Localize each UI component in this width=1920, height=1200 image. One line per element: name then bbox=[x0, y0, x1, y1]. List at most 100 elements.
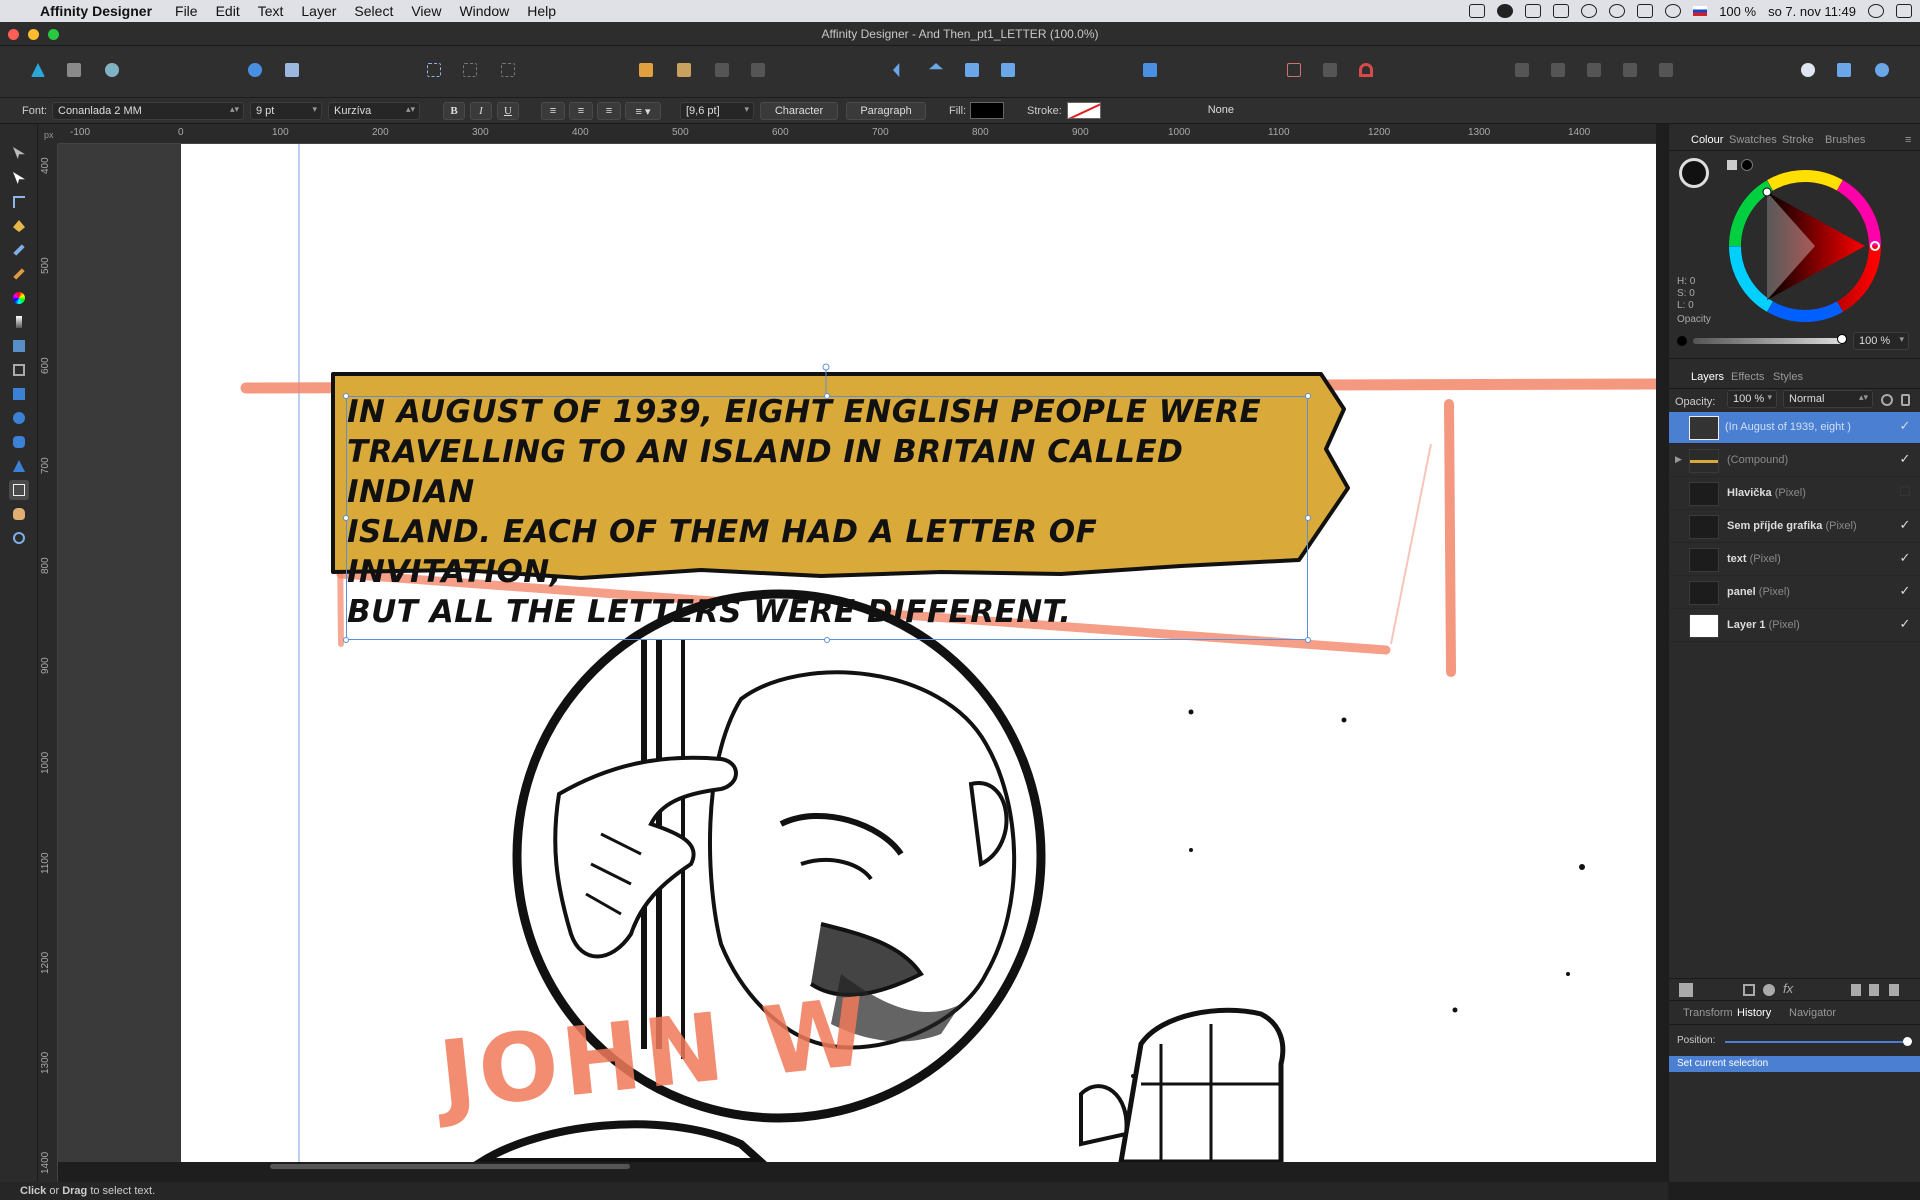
keyboard-layout-flag-icon[interactable] bbox=[1693, 6, 1708, 16]
adjustment-icon[interactable] bbox=[1763, 984, 1775, 996]
menu-layer[interactable]: Layer bbox=[301, 3, 336, 19]
underline-button[interactable]: U bbox=[497, 102, 519, 120]
visibility-unchecked-icon[interactable]: ☐ bbox=[1897, 484, 1913, 500]
history-entry[interactable]: Set current selection bbox=[1669, 1056, 1920, 1072]
visibility-check-icon[interactable]: ✓ bbox=[1897, 517, 1913, 533]
dropbox-icon[interactable] bbox=[1469, 4, 1486, 18]
time-machine-icon[interactable] bbox=[1581, 4, 1598, 18]
flip-horizontal-icon[interactable] bbox=[888, 58, 912, 82]
menu-text[interactable]: Text bbox=[258, 3, 284, 19]
rectangle-tool-icon[interactable] bbox=[9, 384, 29, 404]
crop-tool-icon[interactable] bbox=[9, 360, 29, 380]
arrange-layers-icon[interactable] bbox=[1679, 983, 1693, 997]
boolean-xor-icon[interactable] bbox=[1618, 58, 1642, 82]
insert-inside-icon[interactable] bbox=[1796, 58, 1820, 82]
node-tool-icon[interactable] bbox=[9, 168, 29, 188]
menu-window[interactable]: Window bbox=[459, 3, 509, 19]
visibility-check-icon[interactable]: ✓ bbox=[1897, 451, 1913, 467]
boolean-divide-icon[interactable] bbox=[1654, 58, 1678, 82]
colour-opacity-slider[interactable] bbox=[1693, 338, 1843, 344]
artboard-page[interactable]: In August of 1939, eight English people … bbox=[181, 144, 1656, 1162]
duplicate-layer-icon[interactable] bbox=[1869, 984, 1879, 996]
snapping-magnet-icon[interactable] bbox=[1354, 58, 1378, 82]
insert-top-icon[interactable] bbox=[1870, 58, 1894, 82]
selection-bounding-box[interactable] bbox=[343, 393, 1311, 643]
zoom-tool-icon[interactable] bbox=[9, 528, 29, 548]
opacity-slider-handle[interactable] bbox=[1837, 334, 1847, 344]
layer-row[interactable]: Sem příjde grafika (Pixel) ✓ bbox=[1669, 511, 1920, 543]
select-all-icon[interactable] bbox=[422, 58, 446, 82]
wifi-icon[interactable] bbox=[1665, 4, 1682, 18]
expand-arrow-icon[interactable]: ▶ bbox=[1675, 454, 1682, 465]
align-center-button[interactable]: ≡ bbox=[569, 102, 593, 120]
resize-handle-tl[interactable] bbox=[343, 393, 349, 399]
colour-picker-handle[interactable] bbox=[1762, 187, 1772, 197]
vector-brush-tool-icon[interactable] bbox=[9, 264, 29, 284]
resize-handle-r[interactable] bbox=[1305, 515, 1311, 521]
font-family-select[interactable]: Conanlada 2 MM ▴▾ bbox=[52, 102, 244, 120]
resize-handle-l[interactable] bbox=[343, 515, 349, 521]
resize-handle-br[interactable] bbox=[1305, 637, 1311, 643]
visibility-check-icon[interactable]: ✓ bbox=[1897, 616, 1913, 632]
pencil-tool-icon[interactable] bbox=[9, 240, 29, 260]
send-to-back-icon[interactable] bbox=[746, 58, 770, 82]
align-right-button[interactable]: ≡ bbox=[597, 102, 621, 120]
layer-row[interactable]: Layer 1 (Pixel) ✓ bbox=[1669, 610, 1920, 642]
fill-tool-icon[interactable] bbox=[9, 288, 29, 308]
stroke-swatch[interactable] bbox=[1067, 102, 1101, 119]
bold-button[interactable]: B bbox=[443, 102, 465, 120]
font-size-select[interactable]: 9 pt ▾ bbox=[250, 102, 322, 120]
rotation-handle[interactable] bbox=[822, 363, 830, 371]
bluetooth-icon[interactable] bbox=[1609, 4, 1626, 18]
horizontal-scrollbar[interactable] bbox=[270, 1164, 630, 1169]
stroke-style-select[interactable]: None bbox=[1110, 102, 1238, 120]
insert-behind-icon[interactable] bbox=[1832, 58, 1856, 82]
blend-mode-select[interactable]: Normal ▴▾ bbox=[1783, 390, 1873, 408]
assistant-icon[interactable] bbox=[243, 58, 267, 82]
battery-status[interactable]: 100 % bbox=[1719, 4, 1756, 19]
mask-layer-icon[interactable] bbox=[1743, 984, 1755, 996]
notification-center-icon[interactable] bbox=[1896, 4, 1912, 18]
deselect-icon[interactable] bbox=[458, 58, 482, 82]
spotlight-icon[interactable] bbox=[1868, 4, 1884, 18]
menu-file[interactable]: File bbox=[175, 3, 198, 19]
layer-lock-icon[interactable] bbox=[1901, 394, 1910, 406]
tab-brushes[interactable]: Brushes bbox=[1825, 134, 1865, 146]
history-slider-handle[interactable] bbox=[1903, 1037, 1912, 1046]
invert-selection-icon[interactable] bbox=[496, 58, 520, 82]
boolean-add-icon[interactable] bbox=[1510, 58, 1534, 82]
messenger-icon[interactable] bbox=[1497, 4, 1514, 18]
boolean-intersect-icon[interactable] bbox=[1582, 58, 1606, 82]
panel-menu-icon[interactable]: ≡ bbox=[1905, 134, 1911, 146]
app-menu[interactable]: Affinity Designer bbox=[40, 3, 152, 19]
export-persona-icon[interactable] bbox=[100, 58, 124, 82]
move-tool-icon[interactable] bbox=[9, 143, 29, 163]
snap-icon[interactable] bbox=[1318, 58, 1342, 82]
canvas[interactable]: In August of 1939, eight English people … bbox=[58, 144, 1656, 1162]
view-tool-hand-icon[interactable] bbox=[9, 504, 29, 524]
tab-styles[interactable]: Styles bbox=[1773, 371, 1803, 383]
paragraph-panel-button[interactable]: Paragraph bbox=[846, 102, 926, 120]
clock[interactable]: so 7. nov 11:49 bbox=[1768, 4, 1856, 19]
resize-handle-b[interactable] bbox=[824, 637, 830, 643]
tab-stroke[interactable]: Stroke bbox=[1782, 134, 1814, 146]
justify-button[interactable]: ≡ ▾ bbox=[625, 102, 661, 120]
pen-tool-icon[interactable] bbox=[9, 216, 29, 236]
triangle-tool-icon[interactable] bbox=[9, 456, 29, 476]
colour-wheel[interactable] bbox=[1725, 166, 1885, 326]
tab-transform[interactable]: Transform bbox=[1683, 1007, 1733, 1019]
font-style-select[interactable]: Kurzíva ▴▾ bbox=[328, 102, 420, 120]
resize-handle-bl[interactable] bbox=[343, 637, 349, 643]
menu-view[interactable]: View bbox=[411, 3, 441, 19]
leading-select[interactable]: [9,6 pt] ▾ bbox=[680, 102, 754, 120]
layer-row[interactable]: text (Pixel) ✓ bbox=[1669, 544, 1920, 576]
rotate-left-icon[interactable] bbox=[960, 58, 984, 82]
fx-icon[interactable]: fx bbox=[1783, 981, 1793, 996]
resize-handle-t[interactable] bbox=[824, 393, 830, 399]
layer-opacity-field[interactable]: 100 % ▾ bbox=[1727, 390, 1777, 408]
artistic-text-tool-icon[interactable] bbox=[9, 480, 29, 500]
mail-icon[interactable] bbox=[1553, 4, 1570, 18]
bring-forward-icon[interactable] bbox=[672, 58, 696, 82]
character-panel-button[interactable]: Character bbox=[760, 102, 838, 120]
pixel-persona-icon[interactable] bbox=[62, 58, 86, 82]
